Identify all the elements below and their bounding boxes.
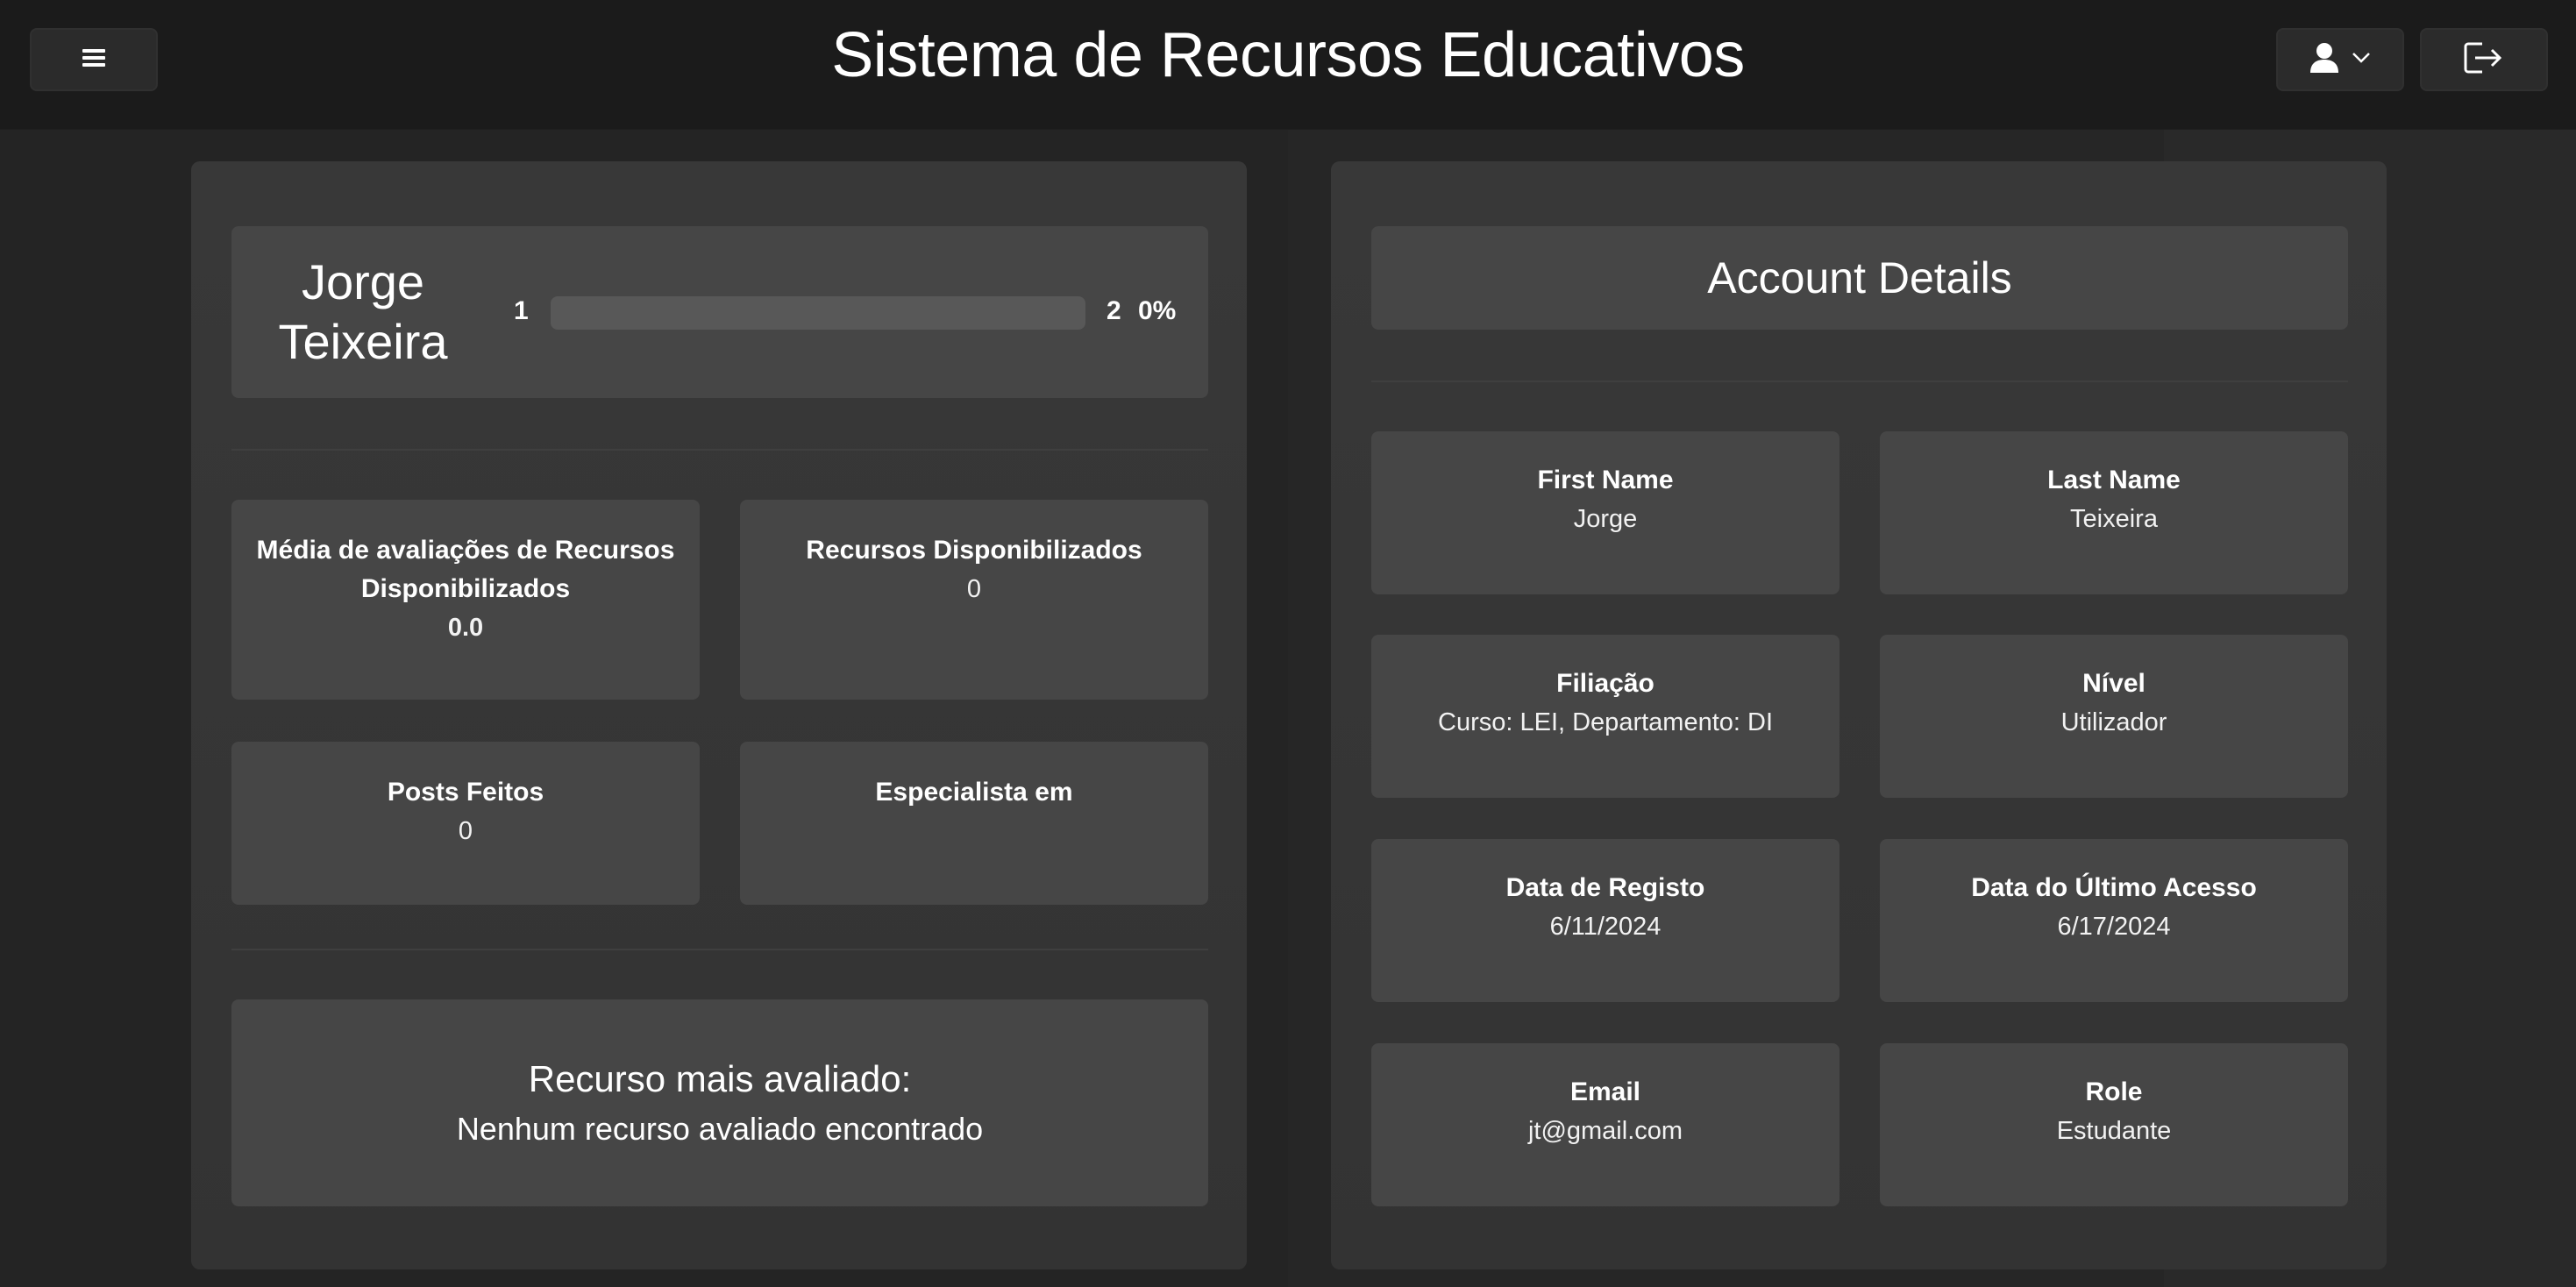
logout-icon	[2463, 40, 2505, 80]
detail-label: Filiação	[1556, 669, 1654, 698]
stat-card-average-rating: Média de avaliações de Recursos Disponib…	[231, 500, 700, 700]
divider	[1371, 380, 2348, 382]
profile-panel: Jorge Teixeira 1 2 0% Média de avaliaçõe…	[191, 161, 1247, 1269]
detail-value: jt@gmail.com	[1527, 1117, 1683, 1145]
detail-card-registration-date: Data de Registo 6/11/2024	[1371, 839, 1839, 1002]
best-resource-title: Recurso mais avaliado:	[528, 1058, 912, 1099]
stat-card-specialist: Especialista em	[740, 742, 1208, 905]
user-dropdown-button[interactable]	[2276, 28, 2404, 91]
user-icon	[2309, 42, 2339, 78]
detail-card-first-name: First Name Jorge	[1371, 431, 1839, 594]
detail-value: Jorge	[1573, 505, 1638, 533]
current-level: 1	[514, 296, 529, 325]
detail-value: Utilizador	[2060, 708, 2167, 736]
detail-card-affiliation: Filiação Curso: LEI, Departamento: DI	[1371, 635, 1839, 798]
detail-value: 6/11/2024	[1549, 913, 1662, 941]
best-resource-value: Nenhum recurso avaliado encontrado	[456, 1111, 984, 1147]
user-name: Jorge Teixeira	[278, 254, 448, 369]
detail-label: Email	[1569, 1077, 1641, 1106]
detail-card-last-name: Last Name Teixeira	[1880, 431, 2348, 594]
chevron-down-icon	[2352, 52, 2371, 68]
account-details-header: Account Details	[1371, 226, 2348, 330]
logout-button[interactable]	[2420, 28, 2548, 91]
detail-card-last-access-date: Data do Último Acesso 6/17/2024	[1880, 839, 2348, 1002]
stat-title: Recursos Disponibilizados	[806, 536, 1142, 565]
account-details-title: Account Details	[1707, 253, 2012, 302]
detail-card-role: Role Estudante	[1880, 1043, 2348, 1206]
stat-value: 0	[458, 817, 473, 845]
profile-header-card: Jorge Teixeira 1 2 0%	[231, 226, 1208, 398]
best-resource-card: Recurso mais avaliado: Nenhum recurso av…	[231, 999, 1208, 1206]
detail-value: 6/17/2024	[2057, 913, 2171, 941]
stat-value: 0.0	[447, 614, 484, 642]
detail-value: Estudante	[2056, 1117, 2172, 1145]
detail-label: Data de Registo	[1505, 873, 1705, 902]
stat-title: Posts Feitos	[387, 778, 544, 807]
progress-percent: 0%	[1138, 296, 1177, 325]
detail-label: Nível	[2082, 669, 2145, 698]
next-level: 2	[1107, 296, 1121, 325]
stat-title: Especialista em	[875, 778, 1073, 807]
detail-card-level: Nível Utilizador	[1880, 635, 2348, 798]
detail-label: First Name	[1537, 466, 1674, 494]
divider	[231, 949, 1208, 950]
stat-card-resources-published: Recursos Disponibilizados 0	[740, 500, 1208, 700]
detail-label: Data do Último Acesso	[1971, 873, 2257, 902]
level-progress-bar	[551, 296, 1085, 330]
detail-label: Role	[2085, 1077, 2143, 1106]
stat-value: 0	[966, 575, 982, 603]
app-title: Sistema de Recursos Educativos	[831, 20, 1745, 90]
detail-value: Curso: LEI, Departamento: DI	[1438, 708, 1773, 736]
detail-label: Last Name	[2047, 466, 2181, 494]
account-details-panel: Account Details First Name Jorge Last Na…	[1331, 161, 2387, 1269]
detail-card-email: Email jt@gmail.com	[1371, 1043, 1839, 1206]
detail-value: Teixeira	[2070, 505, 2158, 533]
stat-card-posts: Posts Feitos 0	[231, 742, 700, 905]
top-navbar: Sistema de Recursos Educativos	[0, 0, 2576, 130]
divider	[231, 449, 1208, 451]
stat-title: Média de avaliações de Recursos Disponib…	[256, 536, 675, 603]
